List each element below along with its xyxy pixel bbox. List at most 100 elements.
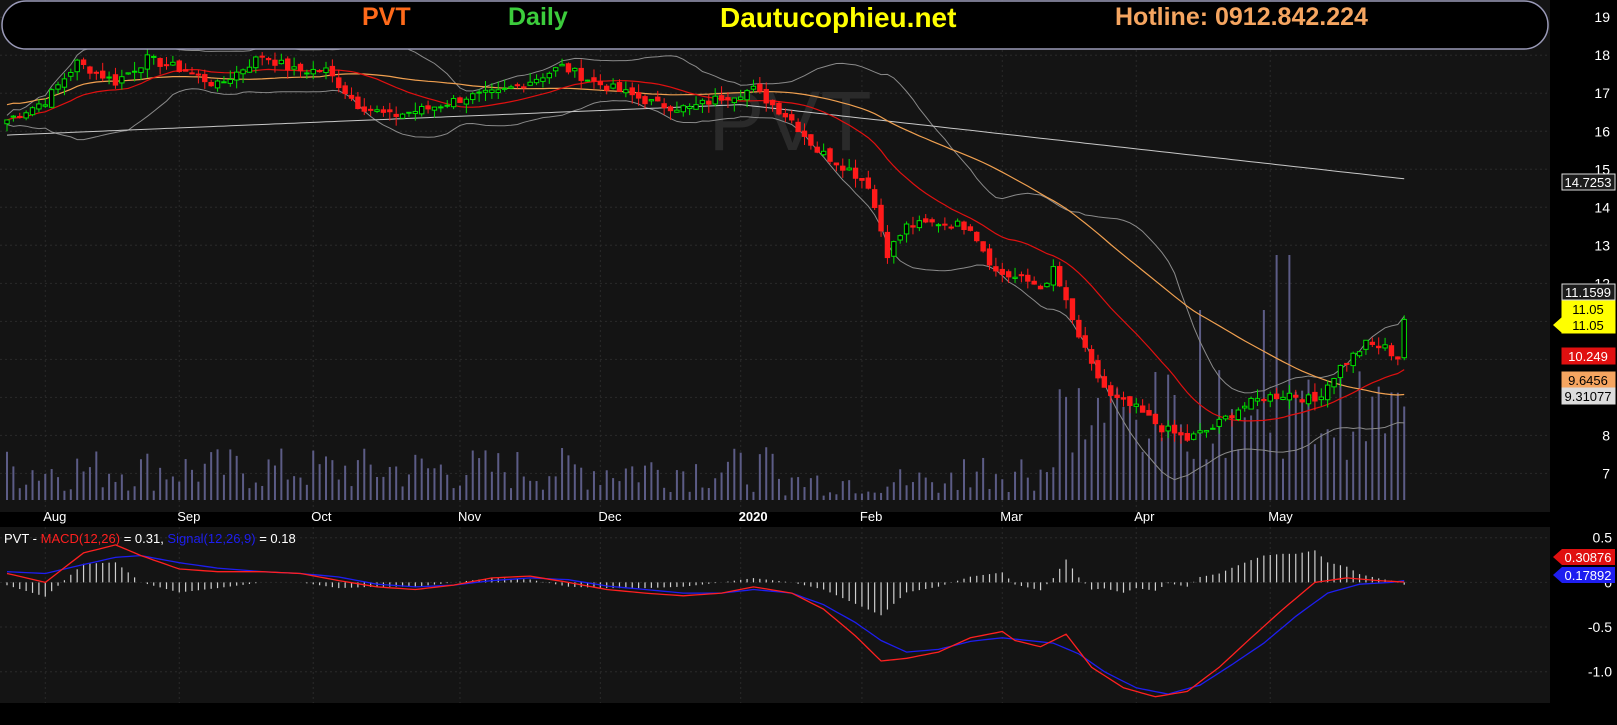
candle-up: [916, 220, 923, 229]
candle-up: [29, 107, 36, 116]
header-period: Daily: [508, 3, 568, 31]
macd-tag-value: 0.17892: [1565, 568, 1612, 583]
candle-up: [240, 69, 246, 75]
candle-down: [718, 95, 725, 101]
price-tick-label: 19: [1594, 9, 1610, 25]
candle-down: [457, 97, 463, 103]
x-axis-label: Aug: [43, 509, 66, 524]
candle-up: [1190, 433, 1197, 440]
price-tag-value: 9.31077: [1565, 389, 1612, 404]
candle-up: [61, 78, 68, 88]
candle-down: [265, 58, 272, 61]
candle-up: [151, 55, 157, 58]
candle-down: [942, 223, 948, 226]
candle-down: [642, 96, 648, 105]
candle-down: [1108, 385, 1114, 396]
candle-up: [903, 223, 910, 235]
candle-down: [297, 63, 304, 72]
candle-up: [227, 78, 234, 84]
candle-up: [1363, 339, 1369, 350]
candle-up: [1337, 364, 1344, 379]
candle-down: [827, 148, 833, 162]
price-tick-label: 16: [1594, 123, 1610, 139]
candle-up: [374, 109, 380, 112]
price-tick-label: 8: [1602, 427, 1610, 443]
candle-down: [986, 248, 993, 266]
candle-down: [1031, 280, 1037, 285]
price-tick-label: 14: [1594, 199, 1610, 215]
candle-up: [686, 106, 693, 109]
candle-up: [106, 76, 112, 79]
candle-down: [1088, 349, 1095, 364]
candle-up: [897, 235, 903, 241]
candle-up: [712, 95, 718, 105]
macd-tick-label: -0.5: [1588, 619, 1612, 635]
candle-up: [74, 59, 80, 73]
candle-down: [980, 241, 986, 252]
candle-up: [1044, 282, 1050, 288]
candle-down: [948, 226, 954, 229]
x-axis-label: Sep: [177, 509, 200, 524]
candle-down: [1395, 356, 1401, 360]
macd-title: PVT - MACD(12,26) = 0.31, Signal(12,26,9…: [4, 531, 296, 546]
candle-down: [591, 77, 597, 82]
candle-down: [878, 204, 884, 232]
candle-up: [253, 56, 259, 69]
candle-up: [23, 112, 29, 119]
candle-up: [278, 59, 285, 65]
candle-up: [489, 89, 495, 93]
candle-down: [355, 96, 361, 110]
candle-down: [565, 63, 572, 73]
candle-up: [170, 61, 176, 66]
candle-down: [208, 81, 214, 87]
candle-up: [552, 67, 559, 72]
candle-down: [661, 103, 667, 109]
candle-up: [610, 83, 616, 89]
candle-down: [1076, 319, 1082, 338]
candle-up: [42, 104, 48, 107]
candle-up: [1222, 415, 1229, 420]
candle-up: [1203, 430, 1210, 433]
candle-up: [68, 71, 74, 77]
candle-down: [112, 74, 119, 86]
header-symbol: PVT: [362, 3, 411, 31]
candle-up: [495, 89, 501, 93]
macd-title-macd: MACD(12,26): [41, 531, 120, 546]
candle-down: [348, 94, 355, 99]
candle-up: [508, 86, 514, 89]
symbol-watermark: PVT: [708, 74, 871, 168]
candle-up: [48, 89, 55, 108]
candle-down: [706, 100, 712, 105]
candle-down: [1037, 285, 1044, 290]
candle-up: [1324, 384, 1331, 401]
candle-down: [1312, 391, 1318, 402]
candle-down: [789, 114, 795, 121]
candle-down: [1293, 394, 1299, 398]
candle-up: [482, 89, 489, 93]
candle-up: [1356, 351, 1363, 357]
candle-up: [891, 241, 897, 257]
candle-down: [1178, 432, 1184, 436]
candle-down: [1229, 415, 1235, 419]
candle-down: [80, 59, 87, 65]
candle-down: [342, 85, 348, 95]
candle-up: [1286, 392, 1293, 401]
candle-down: [808, 134, 814, 146]
candle-down: [1376, 345, 1382, 349]
candle-down: [865, 177, 871, 189]
macd-tick-label: -1.0: [1588, 664, 1612, 680]
candle-up: [138, 67, 144, 74]
candle-up: [501, 87, 508, 90]
candle-down: [1018, 274, 1025, 277]
stock-chart: PVT PVT Daily Dautucophieu.net Hotline: …: [0, 0, 1617, 720]
candle-down: [999, 268, 1005, 275]
candle-down: [195, 73, 202, 76]
candle-down: [380, 109, 387, 113]
candle-down: [655, 96, 661, 102]
candle-up: [406, 111, 412, 114]
candle-down: [725, 97, 731, 101]
candle-up: [744, 90, 750, 101]
x-axis-label: Apr: [1134, 509, 1155, 524]
candle-down: [801, 130, 808, 137]
candle-down: [1069, 298, 1076, 321]
